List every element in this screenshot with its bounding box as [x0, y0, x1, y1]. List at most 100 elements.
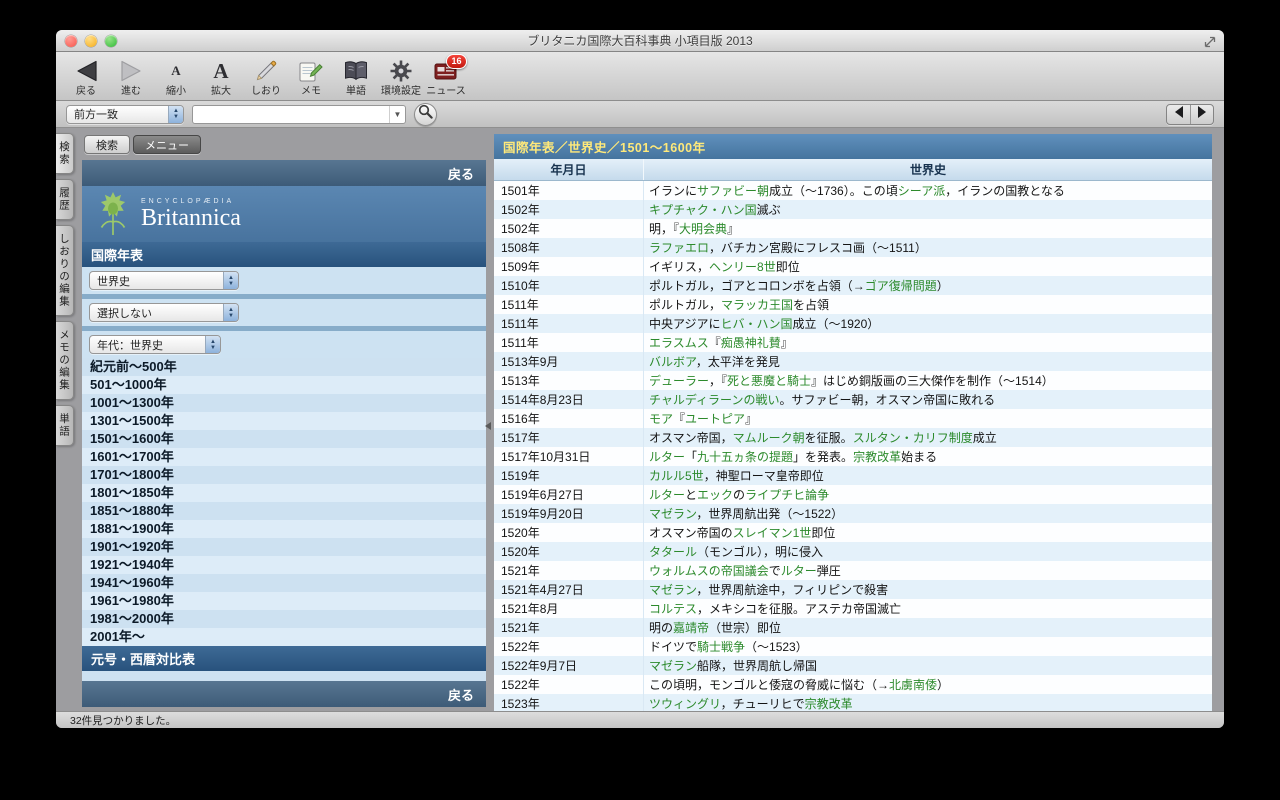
toolbar-memo-button[interactable]: メモ — [289, 57, 333, 98]
entry-link[interactable]: モア — [649, 412, 673, 426]
entry-link[interactable]: ツウィングリ — [649, 697, 721, 711]
side-tab-4[interactable]: 単語 — [56, 405, 74, 446]
year-range-item[interactable]: 1921〜1940年 — [82, 556, 486, 574]
entry-link[interactable]: 大明会典 — [679, 222, 727, 236]
table-row: 1502年キプチャク・ハン国滅ぶ — [494, 200, 1212, 219]
year-range-item[interactable]: 1901〜1920年 — [82, 538, 486, 556]
entry-link[interactable]: マゼラン — [649, 659, 697, 673]
filter-row: 世界史▲▼ — [82, 267, 486, 294]
entry-link[interactable]: ルター — [781, 564, 817, 578]
era-view-select[interactable]: 年代：世界史▲▼ — [89, 335, 221, 354]
zoom-button[interactable] — [105, 35, 117, 47]
year-range-item[interactable]: 1881〜1900年 — [82, 520, 486, 538]
row-date: 1520年 — [494, 523, 644, 542]
sidebar-back-bottom-button[interactable]: 戻る — [82, 681, 486, 707]
back-arrow-icon — [74, 57, 99, 85]
sidebar-back-top-button[interactable]: 戻る — [82, 160, 486, 186]
sidebar-tab-0[interactable]: 検索 — [84, 135, 130, 154]
search-input[interactable] — [193, 106, 389, 123]
year-range-item[interactable]: 501〜1000年 — [82, 376, 486, 394]
window-resize-icon[interactable] — [1204, 35, 1216, 47]
entry-link[interactable]: ヘンリー8世 — [709, 260, 776, 274]
entry-link[interactable]: ルター — [649, 450, 685, 464]
toolbar-settings-button[interactable]: 環境設定 — [379, 57, 423, 98]
entry-link[interactable]: デューラー — [649, 374, 709, 388]
match-mode-select[interactable]: 前方一致▲▼ — [66, 105, 184, 124]
history-forward-button[interactable] — [1190, 105, 1213, 124]
minimize-button[interactable] — [85, 35, 97, 47]
entry-link[interactable]: キプチャク・ハン国 — [649, 203, 757, 217]
entry-link[interactable]: マラッカ王国 — [721, 298, 793, 312]
entry-link[interactable]: ルター — [649, 488, 685, 502]
toolbar-shrink-button[interactable]: A縮小 — [154, 57, 198, 98]
side-tab-3[interactable]: メモの編集 — [56, 321, 74, 400]
entry-link[interactable]: ユートピア — [685, 412, 745, 426]
entry-link[interactable]: ウォルムスの帝国議会 — [649, 564, 769, 578]
entry-link[interactable]: ヒバ・ハン国 — [721, 317, 793, 331]
entry-link[interactable]: バルボア — [649, 355, 696, 369]
toolbar-word-button[interactable]: 単語 — [334, 57, 378, 98]
splitter-collapse-handle[interactable] — [484, 418, 494, 430]
year-range-item[interactable]: 2001年〜 — [82, 628, 486, 646]
event-text: 「 — [685, 450, 697, 464]
row-date: 1522年9月7日 — [494, 656, 644, 675]
side-tab-2[interactable]: しおりの編集 — [56, 225, 74, 316]
entry-link[interactable]: エラスムス — [649, 336, 709, 350]
entry-link[interactable]: スレイマン1世 — [733, 526, 812, 540]
combo-dropdown-icon[interactable]: ▼ — [389, 106, 405, 123]
search-combobox[interactable]: ▼ — [192, 105, 406, 124]
entry-link[interactable]: 宗教改革 — [805, 697, 853, 711]
entry-link[interactable]: 痴愚神礼賛 — [721, 336, 781, 350]
entry-link[interactable]: カルル5世 — [649, 469, 704, 483]
entry-link[interactable]: エック — [697, 488, 733, 502]
year-range-item[interactable]: 1301〜1500年 — [82, 412, 486, 430]
entry-link[interactable]: マムルーク朝 — [733, 431, 805, 445]
entry-link[interactable]: マゼラン — [649, 583, 696, 597]
close-button[interactable] — [65, 35, 77, 47]
entry-link[interactable]: マゼラン — [649, 507, 696, 521]
entry-link[interactable]: チャルディラーンの戦い — [649, 393, 779, 407]
category-select[interactable]: 世界史▲▼ — [89, 271, 239, 290]
year-range-item[interactable]: 1001〜1300年 — [82, 394, 486, 412]
year-range-item[interactable]: 紀元前〜500年 — [82, 358, 486, 376]
year-range-item[interactable]: 1801〜1850年 — [82, 484, 486, 502]
year-range-item[interactable]: 1501〜1600年 — [82, 430, 486, 448]
toolbar-back-button[interactable]: 戻る — [64, 57, 108, 98]
event-text: オスマン帝国の — [649, 526, 733, 540]
toolbar-news-button[interactable]: 16ニュース — [424, 57, 468, 98]
entry-link[interactable]: ゴア復帰問題 — [865, 279, 937, 293]
entry-link[interactable]: ライプチヒ論争 — [745, 488, 829, 502]
titlebar[interactable]: ブリタニカ国際大百科事典 小項目版 2013 — [56, 30, 1224, 52]
history-back-button[interactable] — [1167, 105, 1190, 124]
entry-link[interactable]: 北虜南倭 — [889, 678, 937, 692]
entry-link[interactable]: 騎士戦争 — [697, 640, 745, 654]
year-range-item[interactable]: 1851〜1880年 — [82, 502, 486, 520]
entry-link[interactable]: 嘉靖帝 — [673, 621, 709, 635]
entry-link[interactable]: サファビー朝 — [697, 184, 769, 198]
table-row: 1520年オスマン帝国のスレイマン1世即位 — [494, 523, 1212, 542]
toolbar-bookmark-button[interactable]: しおり — [244, 57, 288, 98]
era-conversion-table-link[interactable]: 元号・西暦対比表 — [82, 646, 486, 671]
news-count-badge: 16 — [446, 54, 466, 69]
entry-link[interactable]: 九十五ヵ条の提題 — [697, 450, 793, 464]
entry-link[interactable]: ラファエロ — [649, 241, 709, 255]
entry-link[interactable]: コルテス — [649, 602, 697, 616]
year-range-item[interactable]: 1941〜1960年 — [82, 574, 486, 592]
subcategory-select[interactable]: 選択しない▲▼ — [89, 303, 239, 322]
entry-link[interactable]: 宗教改革 — [853, 450, 901, 464]
year-range-item[interactable]: 1601〜1700年 — [82, 448, 486, 466]
entry-link[interactable]: 死と悪魔と騎士 — [727, 374, 811, 388]
entry-link[interactable]: シーア派 — [898, 184, 946, 198]
search-button[interactable] — [414, 103, 437, 126]
toolbar-enlarge-button[interactable]: A拡大 — [199, 57, 243, 98]
side-tab-1[interactable]: 履歴 — [56, 179, 74, 220]
year-range-item[interactable]: 1981〜2000年 — [82, 610, 486, 628]
gear-icon — [389, 57, 413, 85]
year-range-item[interactable]: 1701〜1800年 — [82, 466, 486, 484]
sidebar-tab-1[interactable]: メニュー — [133, 135, 201, 154]
entry-link[interactable]: スルタン・カリフ制度 — [853, 431, 973, 445]
side-tab-0[interactable]: 検索 — [56, 133, 74, 174]
row-date: 1521年4月27日 — [494, 580, 644, 599]
year-range-item[interactable]: 1961〜1980年 — [82, 592, 486, 610]
entry-link[interactable]: タタール — [649, 545, 697, 559]
